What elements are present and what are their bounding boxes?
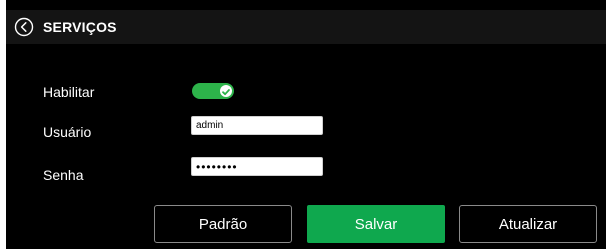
enable-label: Habilitar — [43, 84, 95, 100]
refresh-button[interactable]: Atualizar — [459, 205, 597, 243]
back-button[interactable] — [14, 17, 34, 37]
toggle-knob — [220, 85, 232, 97]
password-label: Senha — [43, 167, 84, 183]
chevron-left-circle-icon — [14, 17, 34, 37]
save-button[interactable]: Salvar — [307, 205, 445, 243]
password-input[interactable] — [191, 157, 323, 176]
enable-toggle[interactable] — [192, 83, 234, 99]
user-label: Usuário — [43, 124, 92, 140]
user-input[interactable] — [191, 116, 323, 135]
services-panel: SERVIÇOS Habilitar Usuário Senha Padrão … — [6, 0, 606, 249]
default-button[interactable]: Padrão — [154, 205, 292, 243]
check-icon — [222, 89, 230, 96]
page-header: SERVIÇOS — [6, 10, 606, 44]
page-title: SERVIÇOS — [43, 19, 117, 35]
